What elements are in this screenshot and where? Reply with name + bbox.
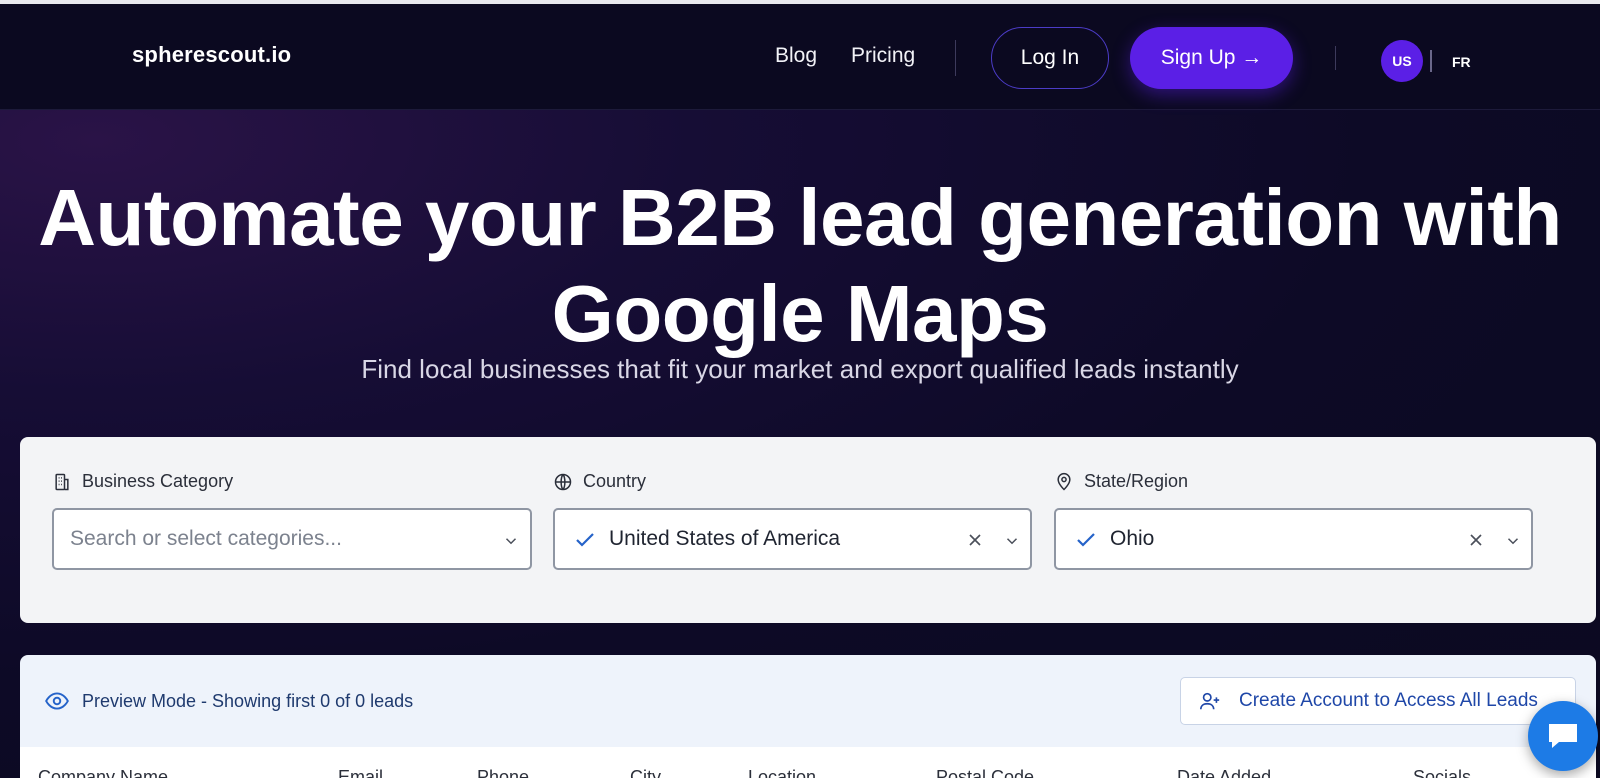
preview-mode-status: Preview Mode - Showing first 0 of 0 lead… bbox=[44, 688, 413, 714]
category-label: Business Category bbox=[52, 471, 233, 492]
clear-icon[interactable] bbox=[965, 530, 985, 550]
lang-divider bbox=[1335, 46, 1336, 70]
map-pin-icon bbox=[1057, 472, 1071, 491]
chat-widget-button[interactable] bbox=[1528, 701, 1598, 771]
country-select[interactable]: United States of America bbox=[553, 508, 1032, 570]
chevron-down-icon[interactable] bbox=[1003, 532, 1021, 550]
login-button[interactable]: Log In bbox=[991, 27, 1109, 89]
page: spherescout.io Blog Pricing Log In Sign … bbox=[0, 0, 1600, 778]
category-select[interactable]: Search or select categories... bbox=[52, 508, 532, 570]
results-table-header: Company Name Email Phone City Location P… bbox=[20, 747, 1596, 778]
nav-divider bbox=[955, 40, 956, 76]
preview-text: Preview Mode - Showing first 0 of 0 lead… bbox=[82, 690, 414, 711]
chevron-down-icon[interactable] bbox=[502, 532, 520, 550]
column-header[interactable]: Socials bbox=[1413, 767, 1471, 778]
category-placeholder: Search or select categories... bbox=[70, 527, 342, 550]
column-header[interactable]: Company Name bbox=[38, 767, 168, 778]
state-value: Ohio bbox=[1110, 527, 1155, 550]
state-label: State/Region bbox=[1054, 471, 1188, 492]
hero-subtitle: Find local businesses that fit your mark… bbox=[361, 354, 1239, 384]
chevron-down-icon[interactable] bbox=[1504, 532, 1522, 550]
column-header[interactable]: Date Added bbox=[1177, 767, 1271, 778]
hero-title: Automate your B2B lead generation with G… bbox=[0, 170, 1600, 362]
language-fr-button[interactable]: FR bbox=[1452, 54, 1471, 70]
column-header[interactable]: Phone bbox=[477, 767, 529, 778]
building-icon bbox=[55, 473, 69, 490]
country-label-text: Country bbox=[583, 471, 647, 491]
state-label-text: State/Region bbox=[1084, 471, 1189, 491]
site-logo[interactable]: spherescout.io bbox=[132, 42, 291, 68]
column-header[interactable]: Location bbox=[748, 767, 816, 778]
category-label-text: Business Category bbox=[82, 471, 234, 491]
site-header: spherescout.io Blog Pricing Log In Sign … bbox=[0, 4, 1600, 110]
check-icon bbox=[1077, 533, 1095, 547]
create-account-button[interactable]: Create Account to Access All Leads bbox=[1180, 677, 1576, 725]
eye-icon bbox=[45, 692, 69, 710]
search-filters-panel: Business Category Search or select categ… bbox=[20, 437, 1596, 623]
clear-icon[interactable] bbox=[1466, 530, 1486, 550]
signup-button[interactable]: Sign Up → bbox=[1130, 27, 1293, 89]
country-value: United States of America bbox=[609, 527, 841, 550]
nav-pricing-link[interactable]: Pricing bbox=[851, 44, 915, 68]
column-header[interactable]: City bbox=[630, 767, 661, 778]
check-icon bbox=[576, 533, 594, 547]
language-separator bbox=[1430, 50, 1432, 72]
column-header[interactable]: Postal Code bbox=[936, 767, 1034, 778]
globe-icon bbox=[554, 473, 572, 490]
hero-title-line1: Automate your B2B lead generation with bbox=[38, 173, 1562, 262]
user-plus-icon bbox=[1200, 692, 1220, 710]
language-us-button[interactable]: US bbox=[1381, 40, 1423, 82]
column-header[interactable]: Email bbox=[338, 767, 383, 778]
create-account-label: Create Account to Access All Leads bbox=[1239, 690, 1538, 711]
chat-icon bbox=[1549, 724, 1577, 748]
nav-blog-link[interactable]: Blog bbox=[775, 44, 817, 68]
state-select[interactable]: Ohio bbox=[1054, 508, 1533, 570]
results-panel: Preview Mode - Showing first 0 of 0 lead… bbox=[20, 655, 1596, 778]
country-label: Country bbox=[553, 471, 646, 492]
hero-title-line2: Google Maps bbox=[551, 269, 1049, 358]
